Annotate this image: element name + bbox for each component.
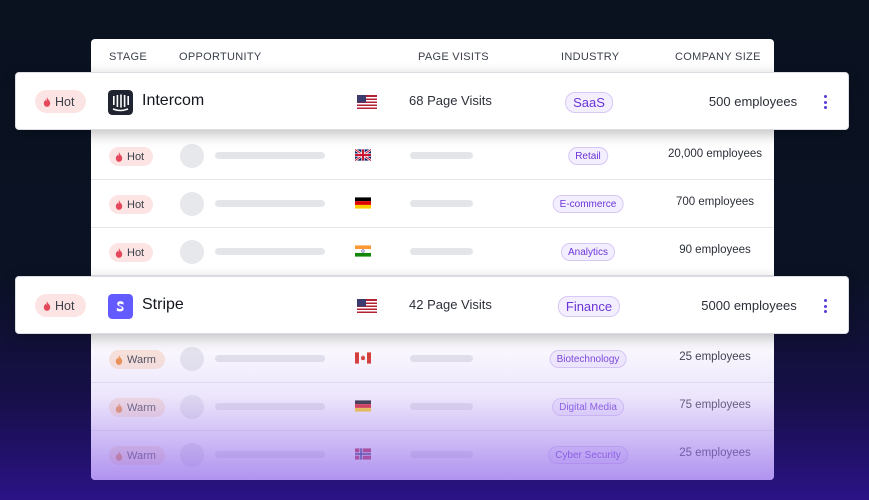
- industry-tag: Retail: [568, 147, 608, 165]
- stage-label: Warm: [127, 353, 156, 366]
- page-visits-placeholder: [410, 248, 473, 255]
- page-visits-placeholder: [410, 403, 473, 410]
- column-header-opportunity[interactable]: OPPORTUNITY: [179, 51, 262, 63]
- table-row[interactable]: Warm Biotechnology 25 employees: [91, 335, 774, 383]
- stage-label: Hot: [55, 298, 75, 313]
- stage-label: Warm: [127, 401, 156, 414]
- company-size: 25 employees: [679, 447, 751, 459]
- more-options-icon[interactable]: [824, 95, 828, 109]
- page-visits: 42 Page Visits: [409, 297, 492, 312]
- india-flag-icon: [355, 245, 371, 257]
- company-name[interactable]: Stripe: [142, 296, 184, 314]
- column-header-page-visits[interactable]: PAGE VISITS: [418, 51, 489, 63]
- flame-icon: [115, 248, 123, 258]
- company-size: 500 employees: [708, 94, 798, 109]
- germany-flag-icon: [355, 197, 371, 209]
- column-header-industry[interactable]: INDUSTRY: [561, 51, 619, 63]
- avatar-placeholder: [180, 144, 204, 168]
- stage-label: Warm: [127, 449, 156, 462]
- us-flag-icon: [357, 95, 377, 109]
- stage-badge: Warm: [109, 350, 165, 369]
- page-visits: 68 Page Visits: [409, 93, 492, 108]
- stage-badge: Hot: [109, 195, 154, 214]
- stage-label: Hot: [55, 94, 75, 109]
- flame-icon: [43, 301, 51, 311]
- page-visits-placeholder: [410, 355, 473, 362]
- industry-tag: Biotechnology: [549, 350, 627, 368]
- page-visits-placeholder: [410, 200, 473, 207]
- company-name-placeholder: [215, 200, 325, 207]
- industry-tag: Cyber Security: [548, 446, 628, 464]
- highlight-card-intercom[interactable]: Hot Intercom 68 Page Visits SaaS 500 emp…: [15, 72, 849, 130]
- stage-badge: Hot: [109, 147, 154, 166]
- company-size: 20,000 employees: [668, 148, 762, 160]
- intercom-logo-icon: [108, 90, 133, 115]
- column-header-stage[interactable]: STAGE: [109, 51, 147, 63]
- industry-tag: Finance: [557, 296, 621, 317]
- flame-icon: [115, 200, 123, 210]
- industry-tag: Digital Media: [552, 398, 624, 416]
- page-visits-placeholder: [410, 152, 473, 159]
- table-row[interactable]: Warm Digital Media 75 employees: [91, 383, 774, 431]
- canada-flag-icon: [355, 352, 371, 364]
- page-visits-placeholder: [410, 451, 473, 458]
- industry-tag: E-commerce: [552, 195, 624, 213]
- flame-icon: [115, 451, 123, 461]
- norway-flag-icon: [355, 448, 371, 460]
- industry-tag: SaaS: [565, 92, 613, 113]
- avatar-placeholder: [180, 395, 204, 419]
- table-row[interactable]: Warm Cyber Security 25 employees: [91, 431, 774, 479]
- stripe-logo-icon: [108, 294, 133, 319]
- company-size: 700 employees: [676, 196, 754, 208]
- flame-icon: [43, 97, 51, 107]
- company-size: 5000 employees: [701, 298, 797, 313]
- company-name-placeholder: [215, 248, 325, 255]
- stage-badge: Hot: [35, 294, 87, 317]
- flame-icon: [115, 152, 123, 162]
- germany-flag-icon: [355, 400, 371, 412]
- uk-flag-icon: [355, 149, 371, 161]
- company-name-placeholder: [215, 451, 325, 458]
- industry-tag: Analytics: [560, 243, 616, 261]
- stage-badge: Hot: [109, 243, 154, 262]
- stage-label: Hot: [127, 246, 145, 259]
- company-size: 90 employees: [679, 244, 751, 256]
- company-size: 25 employees: [679, 351, 751, 363]
- avatar-placeholder: [180, 443, 204, 467]
- company-name-placeholder: [215, 355, 325, 362]
- us-flag-icon: [357, 299, 377, 313]
- table-row[interactable]: Hot Analytics 90 employees: [91, 228, 774, 276]
- company-name-placeholder: [215, 403, 325, 410]
- avatar-placeholder: [180, 347, 204, 371]
- stage-badge: Warm: [109, 446, 165, 465]
- avatar-placeholder: [180, 240, 204, 264]
- more-options-icon[interactable]: [824, 299, 828, 313]
- table-row[interactable]: Hot E-commerce 700 employees: [91, 180, 774, 228]
- highlight-card-stripe[interactable]: Hot Stripe 42 Page Visits Finance 5000 e…: [15, 276, 849, 334]
- company-size: 75 employees: [679, 399, 751, 411]
- stage-label: Hot: [127, 150, 145, 163]
- company-name-placeholder: [215, 152, 325, 159]
- company-name[interactable]: Intercom: [142, 92, 204, 110]
- column-header-company-size[interactable]: COMPANY SIZE: [675, 51, 761, 63]
- flame-icon: [115, 355, 123, 365]
- table-row[interactable]: Hot Retail 20,000 employees: [91, 132, 774, 180]
- stage-badge: Hot: [35, 90, 87, 113]
- stage-badge: Warm: [109, 398, 165, 417]
- flame-icon: [115, 403, 123, 413]
- avatar-placeholder: [180, 192, 204, 216]
- stage-label: Hot: [127, 198, 145, 211]
